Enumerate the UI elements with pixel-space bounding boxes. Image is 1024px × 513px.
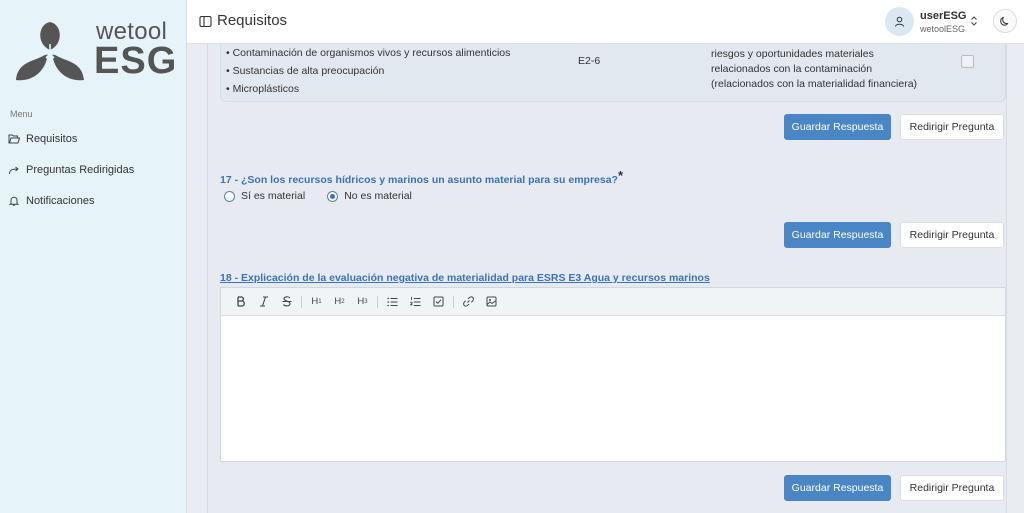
moon-icon (1000, 16, 1009, 26)
bullet-item: • Contaminación de organismos vivos y re… (226, 47, 511, 59)
user-menu[interactable]: userESG wetoolESG (885, 7, 985, 37)
brand-esg: ESG (94, 40, 178, 82)
radio-si-es-material[interactable] (224, 190, 235, 202)
bullet-item: • Sustancias de alta preocupación (226, 65, 385, 77)
row-checkbox[interactable] (961, 55, 974, 68)
radio-label: No es material (344, 190, 412, 202)
redirect-question-button[interactable]: Redirigir Pregunta (900, 114, 1004, 140)
redirect-arrow-icon (9, 166, 19, 175)
question-17: 17 - ¿Son los recursos hídricos y marino… (220, 168, 624, 186)
radio-label: Sí es material (241, 190, 306, 202)
link-icon[interactable] (457, 291, 480, 313)
strikethrough-icon[interactable] (275, 291, 298, 313)
ordered-list-icon[interactable] (404, 291, 427, 313)
main-content: • Contaminación de organismos vivos y re… (207, 44, 1007, 513)
toolbar-divider (301, 295, 302, 308)
save-answer-button[interactable]: Guardar Respuesta (784, 475, 891, 501)
sidebar-item-label: Preguntas Redirigidas (26, 164, 135, 176)
sidebar: wetool ESG Menu Requisitos Preguntas Red… (0, 0, 187, 513)
requirement-code: E2-6 (578, 55, 601, 67)
sidebar-item-notificaciones[interactable]: Notificaciones (8, 191, 94, 211)
toolbar-divider (377, 295, 378, 308)
sidebar-item-label: Notificaciones (26, 195, 95, 207)
sidebar-toggle-icon[interactable] (199, 15, 212, 28)
avatar (885, 7, 914, 36)
trefoil-logo-icon (16, 22, 84, 81)
required-mark: * (617, 168, 624, 183)
toolbar-divider (453, 295, 454, 308)
save-answer-button[interactable]: Guardar Respuesta (784, 114, 891, 140)
user-name: userESG (920, 10, 967, 22)
requirement-description: riesgos y oportunidades materiales relac… (711, 48, 918, 90)
folder-open-icon (8, 134, 20, 144)
page-title: Requisitos (217, 12, 288, 29)
chevrons-up-down-icon (971, 16, 977, 26)
heading-3-icon[interactable]: H3 (351, 291, 374, 313)
question-18: 18 - Explicación de la evaluación negati… (220, 272, 710, 284)
bullet-item: • Microplásticos (226, 83, 300, 95)
q17-options: Sí es material No es material (224, 190, 412, 202)
rich-text-editor[interactable]: H1 H2 H3 (220, 287, 1006, 462)
menu-label: Menu (10, 109, 33, 119)
theme-toggle-button[interactable] (993, 9, 1017, 33)
question-17-text: 17 - ¿Son los recursos hídricos y marino… (220, 174, 618, 186)
image-icon[interactable] (480, 291, 503, 313)
redirect-question-button[interactable]: Redirigir Pregunta (900, 475, 1004, 501)
radio-no-es-material[interactable] (327, 190, 339, 202)
top-header: Requisitos userESG wetoolESG (187, 0, 1024, 44)
sidebar-item-label: Requisitos (26, 133, 78, 145)
task-list-icon[interactable] (427, 291, 450, 313)
requirements-table-row: • Contaminación de organismos vivos y re… (220, 44, 1006, 102)
sidebar-item-preguntas-redirigidas[interactable]: Preguntas Redirigidas (8, 160, 134, 180)
redirect-question-button[interactable]: Redirigir Pregunta (900, 222, 1004, 248)
sidebar-item-requisitos[interactable]: Requisitos (8, 129, 77, 149)
editor-toolbar: H1 H2 H3 (221, 288, 1005, 316)
italic-icon[interactable] (252, 291, 275, 313)
wetool-esg-logo[interactable]: wetool ESG (14, 18, 178, 84)
user-icon (895, 16, 904, 27)
user-org: wetoolESG (920, 24, 966, 34)
bold-icon[interactable] (229, 291, 252, 313)
bell-icon (8, 196, 20, 206)
save-answer-button[interactable]: Guardar Respuesta (784, 222, 891, 248)
heading-2-icon[interactable]: H2 (328, 291, 351, 313)
bullet-list-icon[interactable] (381, 291, 404, 313)
heading-1-icon[interactable]: H1 (305, 291, 328, 313)
